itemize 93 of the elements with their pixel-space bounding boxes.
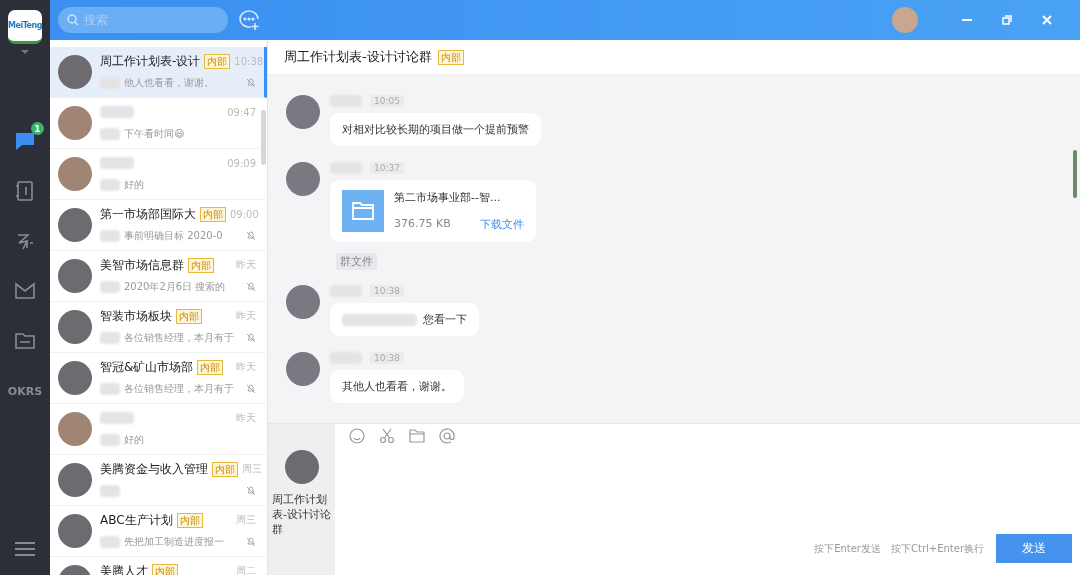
message-preview: 事前明确目标 2020-0	[124, 229, 223, 243]
unread-badge: 1	[31, 122, 44, 135]
group-name: 周工作计划表-设计讨论群	[271, 492, 332, 537]
avatar	[58, 208, 92, 242]
chat-name: ABC生产计划	[100, 511, 173, 529]
group-avatar	[284, 450, 319, 484]
avatar	[58, 106, 92, 140]
internal-tag: 内部	[200, 206, 226, 222]
redacted-block	[100, 157, 134, 169]
message-preview: 好的	[124, 178, 144, 192]
chat-list-item[interactable]: 周工作计划表-设计 内部 10:38 他人也看看，谢谢。	[50, 47, 267, 98]
mention-button[interactable]	[439, 428, 455, 444]
sender-avatar	[286, 352, 320, 386]
message-text: 对相对比较长期的项目做一个提前预警	[342, 122, 529, 137]
scissors-button[interactable]	[379, 428, 395, 444]
message-time: 10:05	[370, 95, 404, 107]
sender-avatar	[286, 285, 320, 319]
chat-name: 智冠&矿山市场部	[100, 358, 194, 376]
folder-icon	[14, 331, 36, 351]
redacted-block	[100, 485, 120, 497]
redacted-block	[100, 332, 120, 344]
redacted-block	[100, 128, 120, 140]
redacted-block	[100, 412, 134, 424]
message-preview: 他人也看看，谢谢。	[124, 76, 214, 90]
restore-icon	[1002, 15, 1012, 25]
close-icon	[1042, 15, 1052, 25]
avatar	[58, 361, 92, 395]
app-logo: MeiTeng	[8, 10, 42, 44]
message-preview: 各位销售经理，本月有于	[124, 331, 234, 345]
download-link[interactable]: 下载文件	[480, 217, 524, 232]
internal-tag: 内部	[176, 512, 203, 528]
new-chat-icon[interactable]	[238, 9, 260, 31]
notebook-icon	[15, 180, 35, 202]
message-time: 10:37	[370, 162, 404, 174]
avatar	[58, 514, 92, 548]
chat-time: 09:47	[227, 106, 256, 118]
redacted-block	[100, 179, 120, 191]
avatar	[58, 157, 92, 191]
chat-name: 智装市场板块	[100, 307, 172, 325]
redacted-block	[100, 434, 120, 446]
mail-icon	[14, 281, 36, 301]
internal-tag: 内部	[212, 461, 238, 477]
message-preview: 各位销售经理，本月有于	[124, 382, 234, 396]
file-name: 第二市场事业部--智...	[394, 190, 502, 205]
message-text: 您看一下	[423, 312, 467, 327]
redacted-block	[100, 230, 120, 242]
message-preview: 下午看时间😃	[124, 127, 185, 141]
message-preview: 好的	[124, 433, 144, 447]
folder-button[interactable]	[409, 428, 425, 444]
message-time: 10:38	[370, 285, 404, 297]
chat-name: 第一市场部国际大	[100, 205, 196, 223]
caret-icon	[21, 50, 29, 54]
sender-avatar	[286, 162, 320, 196]
scrollbar[interactable]	[261, 110, 266, 165]
internal-tag: 内部	[197, 359, 224, 375]
message-preview: 2020年2月6日 搜索的	[124, 280, 226, 294]
internal-tag: 内部	[437, 49, 464, 65]
internal-tag: 内部	[188, 257, 214, 273]
menu-icon[interactable]	[15, 541, 35, 557]
conversation-title: 周工作计划表-设计讨论群	[284, 48, 432, 66]
chat-time: 10:38	[234, 55, 264, 67]
newline-hint: 按下Ctrl+Enter换行	[891, 541, 984, 556]
avatar	[58, 259, 92, 293]
sender-avatar	[286, 95, 320, 129]
chat-time: 09:09	[227, 157, 256, 169]
file-card[interactable]: 第二市场事业部--智... 376.75 KB 下载文件	[330, 180, 536, 242]
send-hint: 按下Enter发送	[814, 541, 881, 556]
internal-tag: 内部	[176, 308, 202, 324]
chat-time: 09:00	[230, 208, 259, 220]
scrollbar[interactable]	[1073, 150, 1077, 198]
avatar	[58, 412, 92, 446]
avatar	[58, 463, 92, 497]
chat-name: 美腾资金与收入管理	[100, 460, 208, 478]
chat-name: 周工作计划表-设计	[100, 52, 201, 70]
emoji-button[interactable]	[349, 428, 365, 444]
redacted-block	[100, 281, 120, 293]
redacted-block	[100, 536, 120, 548]
scribble-icon	[15, 231, 35, 251]
internal-tag: 内部	[204, 53, 231, 69]
message-time: 10:38	[370, 352, 404, 364]
avatar	[58, 55, 92, 89]
internal-tag: 内部	[152, 563, 178, 575]
chat-name: 美智市场信息群	[100, 256, 184, 274]
file-size: 376.75 KB	[394, 217, 451, 232]
file-tag: 群文件	[336, 253, 377, 270]
avatar	[58, 310, 92, 344]
search-field[interactable]: 搜索	[58, 7, 228, 33]
chat-icon	[14, 130, 36, 152]
message-text: 其他人也看看，谢谢。	[342, 379, 452, 394]
folder-icon	[342, 190, 384, 232]
redacted-block	[100, 383, 120, 395]
okrs-tab[interactable]: OKRS	[0, 366, 50, 416]
redacted-block	[100, 106, 134, 118]
